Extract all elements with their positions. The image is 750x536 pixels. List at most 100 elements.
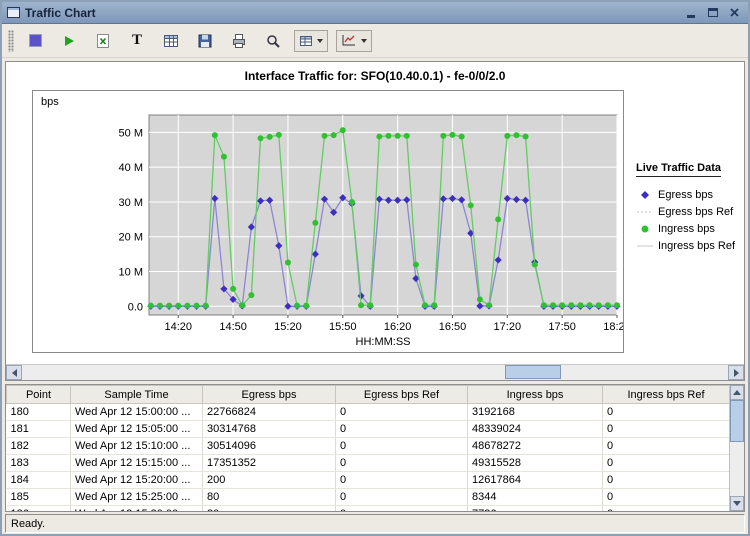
table-cell: 48678272 bbox=[468, 438, 603, 455]
export-excel-button[interactable] bbox=[90, 29, 116, 53]
data-table-button[interactable] bbox=[158, 29, 184, 53]
column-header-point[interactable]: Point bbox=[7, 386, 71, 404]
minimize-button[interactable] bbox=[682, 5, 699, 20]
column-header-ingress-bps-ref[interactable]: Ingress bps Ref bbox=[603, 386, 730, 404]
legend-item-ingress: Ingress bps bbox=[636, 223, 744, 235]
svg-text:16:50: 16:50 bbox=[439, 321, 467, 333]
table-cell: 0 bbox=[336, 438, 468, 455]
table-cell: 0 bbox=[336, 506, 468, 512]
svg-text:20 M: 20 M bbox=[119, 232, 143, 244]
table-view-dropdown-button[interactable] bbox=[294, 30, 328, 52]
table-cell: 0 bbox=[603, 455, 730, 472]
scroll-right-button[interactable] bbox=[728, 365, 744, 380]
table-cell: 0 bbox=[336, 404, 468, 421]
legend-item-egress: Egress bps bbox=[636, 189, 744, 201]
svg-text:30 M: 30 M bbox=[119, 197, 143, 209]
right-arrow-icon bbox=[734, 369, 739, 377]
table-cell: 0 bbox=[603, 438, 730, 455]
close-button[interactable] bbox=[726, 5, 743, 20]
left-arrow-icon bbox=[12, 369, 17, 377]
vscrollbar-thumb[interactable] bbox=[730, 400, 744, 442]
scroll-up-button[interactable] bbox=[730, 385, 744, 400]
table-row[interactable]: 183Wed Apr 12 15:15:00 ...17351352049315… bbox=[7, 455, 730, 472]
edit-title-button[interactable]: T bbox=[124, 29, 150, 53]
dropdown-arrow-icon bbox=[317, 39, 323, 43]
svg-text:15:20: 15:20 bbox=[274, 321, 302, 333]
zoom-button[interactable] bbox=[260, 29, 286, 53]
table-cell: 186 bbox=[7, 506, 71, 512]
titlebar[interactable]: Traffic Chart bbox=[2, 2, 748, 24]
save-button[interactable] bbox=[192, 29, 218, 53]
table-cell: 0 bbox=[603, 506, 730, 512]
dropdown-arrow-icon bbox=[361, 39, 367, 43]
chart-canvas[interactable]: 0.010 M20 M30 M40 M50 M14:2014:5015:2015… bbox=[32, 90, 624, 353]
egress-marker-icon bbox=[636, 190, 654, 200]
table-panel: Point Sample Time Egress bps Egress bps … bbox=[5, 384, 745, 512]
table-row[interactable]: 186Wed Apr 12 15:30:00 ...80077360 bbox=[7, 506, 730, 512]
scroll-down-button[interactable] bbox=[730, 496, 744, 511]
table-cell: Wed Apr 12 15:05:00 ... bbox=[71, 421, 203, 438]
table-cell: 12617864 bbox=[468, 472, 603, 489]
column-header-egress-bps[interactable]: Egress bps bbox=[203, 386, 336, 404]
table-cell: 0 bbox=[603, 472, 730, 489]
scroll-left-button[interactable] bbox=[6, 365, 22, 380]
table-cell: 30514096 bbox=[203, 438, 336, 455]
vertical-scrollbar[interactable] bbox=[729, 385, 744, 511]
table-header-row: Point Sample Time Egress bps Egress bps … bbox=[7, 386, 730, 404]
table-cell: 3192168 bbox=[468, 404, 603, 421]
table-cell: Wed Apr 12 15:25:00 ... bbox=[71, 489, 203, 506]
column-header-sample-time[interactable]: Sample Time bbox=[71, 386, 203, 404]
table-cell: 0 bbox=[336, 455, 468, 472]
table-cell: 0 bbox=[603, 489, 730, 506]
svg-text:18:20: 18:20 bbox=[603, 321, 623, 333]
table-cell: Wed Apr 12 15:30:00 ... bbox=[71, 506, 203, 512]
svg-text:bps: bps bbox=[41, 96, 59, 108]
ingress-ref-marker-icon bbox=[636, 241, 654, 251]
legend-label: Egress bps bbox=[658, 189, 713, 201]
horizontal-scrollbar[interactable] bbox=[6, 364, 744, 380]
printer-icon bbox=[231, 33, 247, 49]
zoom-icon bbox=[265, 33, 281, 49]
table-cell: Wed Apr 12 15:10:00 ... bbox=[71, 438, 203, 455]
toolbar-grip-handle[interactable] bbox=[8, 30, 14, 52]
table-scroll-area: Point Sample Time Egress bps Egress bps … bbox=[6, 385, 729, 511]
svg-text:10 M: 10 M bbox=[119, 267, 143, 279]
egress-ref-marker-icon bbox=[636, 207, 654, 217]
chart-type-dropdown-button[interactable] bbox=[336, 30, 372, 52]
table-row[interactable]: 185Wed Apr 12 15:25:00 ...80083440 bbox=[7, 489, 730, 506]
maximize-button[interactable] bbox=[704, 5, 721, 20]
table-row[interactable]: 182Wed Apr 12 15:10:00 ...30514096048678… bbox=[7, 438, 730, 455]
table-cell: 30314768 bbox=[203, 421, 336, 438]
traffic-chart-window: Traffic Chart T bbox=[0, 0, 750, 536]
data-table-icon bbox=[163, 34, 179, 48]
color-swatch-icon bbox=[29, 34, 42, 47]
table-cell: 184 bbox=[7, 472, 71, 489]
svg-text:15:50: 15:50 bbox=[329, 321, 357, 333]
svg-text:17:20: 17:20 bbox=[494, 321, 522, 333]
play-icon bbox=[65, 36, 74, 46]
svg-text:16:20: 16:20 bbox=[384, 321, 412, 333]
hscrollbar-track[interactable] bbox=[22, 365, 728, 380]
table-row[interactable]: 184Wed Apr 12 15:20:00 ...2000126178640 bbox=[7, 472, 730, 489]
svg-text:40 M: 40 M bbox=[119, 162, 143, 174]
column-header-ingress-bps[interactable]: Ingress bps bbox=[468, 386, 603, 404]
line-chart-icon bbox=[341, 34, 357, 47]
table-row[interactable]: 180Wed Apr 12 15:00:00 ...22766824031921… bbox=[7, 404, 730, 421]
text-tool-icon: T bbox=[132, 33, 142, 48]
save-icon bbox=[197, 33, 213, 49]
table-cell: 22766824 bbox=[203, 404, 336, 421]
column-header-egress-bps-ref[interactable]: Egress bps Ref bbox=[336, 386, 468, 404]
hscrollbar-thumb[interactable] bbox=[505, 365, 561, 379]
table-row[interactable]: 181Wed Apr 12 15:05:00 ...30314768048339… bbox=[7, 421, 730, 438]
table-view-icon bbox=[299, 35, 313, 47]
svg-text:0.0: 0.0 bbox=[128, 301, 143, 313]
print-button[interactable] bbox=[226, 29, 252, 53]
table-cell: 0 bbox=[336, 472, 468, 489]
vscrollbar-track[interactable] bbox=[730, 400, 744, 496]
color-swatch-button[interactable] bbox=[22, 29, 48, 53]
table-cell: 7736 bbox=[468, 506, 603, 512]
table-body: 180Wed Apr 12 15:00:00 ...22766824031921… bbox=[7, 404, 730, 512]
legend-label: Ingress bps Ref bbox=[658, 240, 735, 252]
maximize-icon bbox=[708, 8, 718, 17]
start-button[interactable] bbox=[56, 29, 82, 53]
